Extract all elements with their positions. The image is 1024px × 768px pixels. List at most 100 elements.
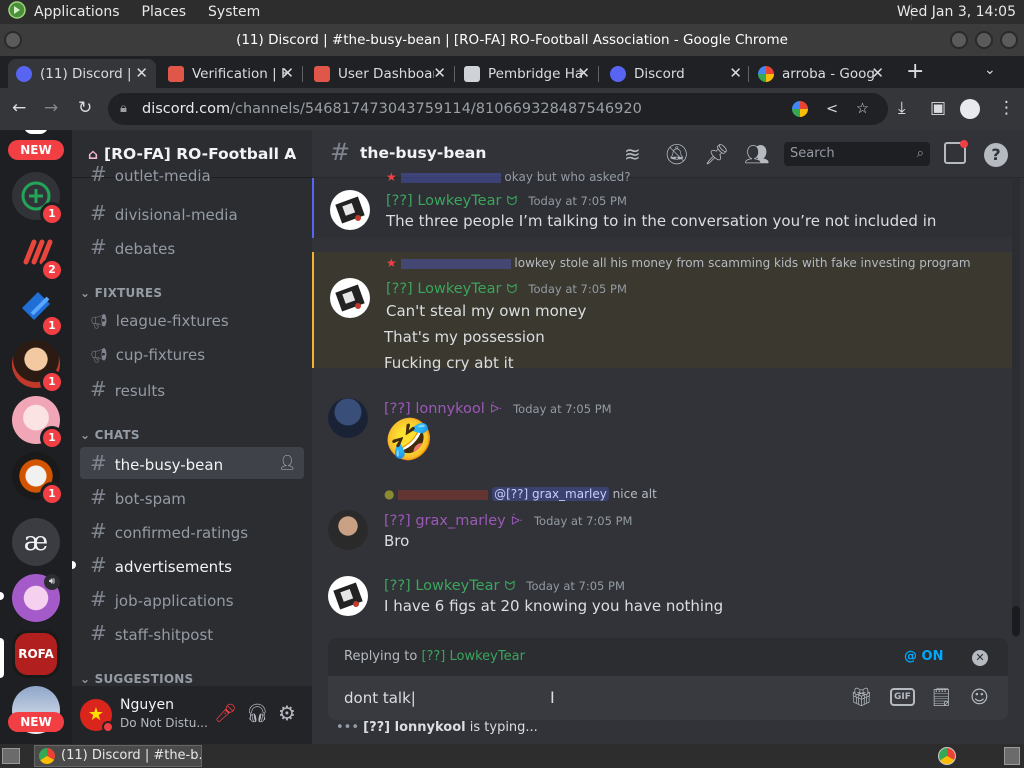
hash-icon: # xyxy=(90,235,107,259)
message-reply-highlighted[interactable]: ★ lowkey stole all his money from scammi… xyxy=(312,252,1012,368)
channel-the-busy-bean[interactable]: # the-busy-bean 👤︎ xyxy=(80,447,304,479)
channel-results[interactable]: # results xyxy=(80,373,304,405)
avatar-lowkeytear[interactable] xyxy=(328,576,368,616)
rofl-emoji[interactable]: 🤣 xyxy=(384,416,434,463)
emoji-picker-icon[interactable]: ☺ xyxy=(970,676,989,720)
show-desktop-icon[interactable] xyxy=(2,748,20,764)
help-icon[interactable]: ? xyxy=(984,143,1008,167)
clock[interactable]: Wed Jan 3, 14:05 xyxy=(897,4,1016,20)
reply-preview[interactable]: ★ okay but who asked? xyxy=(386,170,631,184)
applications-menu[interactable]: Applications xyxy=(34,4,120,20)
avatar-lonnykool[interactable] xyxy=(328,398,368,438)
gif-button[interactable]: GIF xyxy=(890,688,915,706)
scrollbar-track[interactable] xyxy=(1012,178,1020,638)
category-suggestions[interactable]: ⌄ SUGGESTIONS xyxy=(80,672,193,686)
tab-close-icon[interactable]: ✕ xyxy=(577,64,590,82)
google-lens-icon[interactable] xyxy=(792,101,808,117)
username[interactable]: Nguyen xyxy=(120,697,174,713)
category-fixtures[interactable]: ⌄ FIXTURES xyxy=(80,286,162,300)
member-list-icon[interactable]: 👥︎ xyxy=(744,142,769,166)
tab-discord-active[interactable]: (11) Discord | # ✕ xyxy=(8,59,156,88)
download-icon[interactable]: ⤓ xyxy=(898,98,906,118)
taskbar-window-button[interactable]: (11) Discord | #the-b... xyxy=(34,745,202,767)
headphones-icon[interactable]: 🎧︎ xyxy=(246,703,269,724)
message-input[interactable]: dont talk| I 🎁︎ GIF 🗒︎ ☺ xyxy=(328,676,1008,720)
gift-icon[interactable]: 🎁︎ xyxy=(850,676,873,720)
minimize-button[interactable] xyxy=(950,31,968,49)
cancel-reply-icon[interactable]: ✕ xyxy=(972,650,988,666)
channel-cup-fixtures[interactable]: 📢︎ cup-fixtures xyxy=(80,339,304,371)
avatar-lowkeytear[interactable] xyxy=(330,278,370,318)
server-icon-ae[interactable]: æ xyxy=(12,518,60,566)
avatar-lowkeytear[interactable] xyxy=(330,190,370,230)
address-bar[interactable]: 🔒︎ discord.com/channels/5468174730437591… xyxy=(108,93,888,125)
lock-icon[interactable]: 🔒︎ xyxy=(120,93,127,125)
tab-close-icon[interactable]: ✕ xyxy=(871,64,884,82)
channel-confirmed-ratings[interactable]: # confirmed-ratings xyxy=(80,515,304,547)
bookmark-star-icon[interactable]: ☆ xyxy=(856,93,869,125)
channel-advertisements[interactable]: # advertisements xyxy=(80,549,304,581)
channel-job-applications[interactable]: # job-applications xyxy=(80,583,304,615)
author-name[interactable]: [??] LowkeyTear xyxy=(386,281,501,297)
reply-preview[interactable]: ● @[??] grax_marley nice alt xyxy=(384,487,657,501)
side-panel-icon[interactable]: ▣ xyxy=(930,98,946,118)
new-tab-icon[interactable]: + xyxy=(906,59,924,84)
mention[interactable]: @[??] grax_marley xyxy=(492,487,609,501)
mention-toggle[interactable]: @ ON xyxy=(904,638,943,676)
replying-to-user[interactable]: [??] LowkeyTear xyxy=(421,649,524,664)
tab-search-chevron-icon[interactable]: ⌄ xyxy=(984,62,996,78)
system-menu[interactable]: System xyxy=(208,4,260,20)
maximize-button[interactable] xyxy=(975,31,993,49)
threads-icon[interactable]: ≋ xyxy=(624,142,641,166)
search-input[interactable]: Search ⌕ xyxy=(784,142,930,166)
channel-league-fixtures[interactable]: 📢︎ league-fixtures xyxy=(80,305,304,337)
os-logo-icon[interactable] xyxy=(8,1,26,23)
mute-mic-icon[interactable]: 🎤︎ xyxy=(214,703,237,724)
timestamp: Today at 7:05 PM xyxy=(528,282,627,296)
tab-user-dashboard[interactable]: User Dashboard ✕ xyxy=(306,59,454,88)
server-icon-partial[interactable] xyxy=(24,130,48,134)
tab-close-icon[interactable]: ✕ xyxy=(729,64,742,82)
profile-avatar-icon[interactable] xyxy=(960,99,980,119)
server-icon-rofa[interactable]: ROFA xyxy=(12,630,60,678)
tab-google-arroba[interactable]: arroba - Goog ✕ xyxy=(750,59,892,88)
sticker-icon[interactable]: 🗒︎ xyxy=(930,676,953,720)
tab-pembridge[interactable]: Pembridge Ha ✕ xyxy=(456,59,598,88)
avatar-grax-marley[interactable] xyxy=(328,510,368,550)
tab-close-icon[interactable]: ✕ xyxy=(281,64,294,82)
channel-divisional-media[interactable]: # divisional-media xyxy=(80,197,304,229)
author-name[interactable]: [??] lonnykool xyxy=(384,401,485,417)
tab-close-icon[interactable]: ✕ xyxy=(135,64,148,82)
scrollbar-thumb[interactable] xyxy=(1012,606,1020,636)
places-menu[interactable]: Places xyxy=(142,4,187,20)
pin-icon[interactable]: 📌︎ xyxy=(704,142,729,166)
author-name[interactable]: [??] LowkeyTear xyxy=(384,578,499,594)
reply-preview[interactable]: ★ lowkey stole all his money from scammi… xyxy=(386,256,971,270)
channel-bot-spam[interactable]: # bot-spam xyxy=(80,481,304,513)
close-window-button[interactable] xyxy=(1000,31,1018,49)
channel-outlet-media[interactable]: # outlet-media xyxy=(80,164,304,185)
author-name[interactable]: [??] grax_marley xyxy=(384,513,506,529)
message-highlighted[interactable]: ★ okay but who asked? [??] LowkeyTear ᗢ … xyxy=(312,170,1012,238)
tab-discord[interactable]: Discord ✕ xyxy=(602,59,750,88)
discord-favicon-icon xyxy=(610,65,626,82)
back-icon[interactable]: ← xyxy=(12,98,26,118)
announcement-icon: 📢︎ xyxy=(90,314,108,330)
channel-debates[interactable]: # debates xyxy=(80,231,304,263)
author-name[interactable]: [??] LowkeyTear xyxy=(386,193,501,209)
channel-staff-shitpost[interactable]: # staff-shitpost xyxy=(80,617,304,649)
share-icon[interactable]: < xyxy=(826,93,838,125)
forward-icon[interactable]: → xyxy=(44,98,58,118)
window-menu-button[interactable] xyxy=(4,31,22,49)
workspace-switcher-icon[interactable] xyxy=(1004,747,1020,765)
add-member-icon[interactable]: 👤︎ xyxy=(278,447,296,479)
chrome-menu-icon[interactable]: ⋮ xyxy=(998,98,1015,118)
tab-close-icon[interactable]: ✕ xyxy=(433,64,446,82)
tab-verification[interactable]: Verification | H ✕ xyxy=(160,59,302,88)
mute-notifications-icon[interactable]: 🔕︎ xyxy=(664,142,689,166)
settings-gear-icon[interactable]: ⚙ xyxy=(278,701,296,725)
chrome-tray-icon[interactable] xyxy=(938,747,956,765)
reload-icon[interactable]: ↻ xyxy=(78,98,92,118)
window-title-bar[interactable]: (11) Discord | #the-busy-bean | [RO-FA] … xyxy=(0,24,1024,56)
category-chats[interactable]: ⌄ CHATS xyxy=(80,428,140,442)
